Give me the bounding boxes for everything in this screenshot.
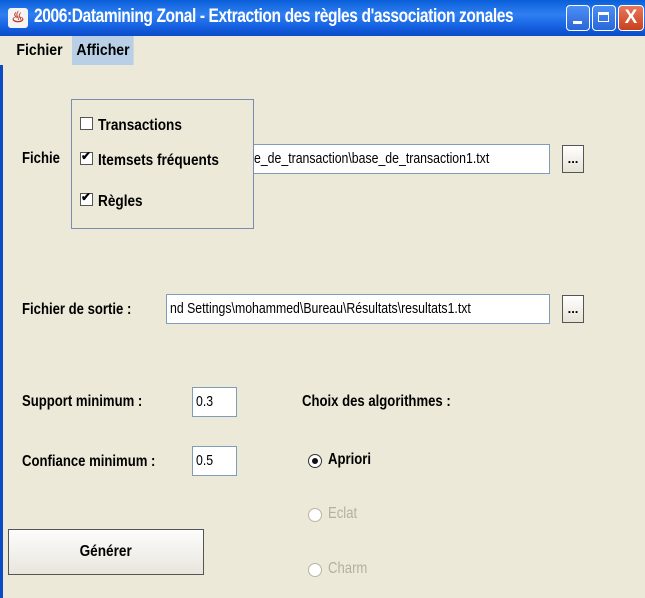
radio-charm-label: Charm: [328, 560, 368, 577]
menu-afficher[interactable]: Afficher: [72, 36, 134, 65]
title-bar[interactable]: ♨ 2006:Datamining Zonal - Extraction des…: [0, 0, 645, 36]
output-file-field[interactable]: nd Settings\mohammed\Bureau\Résultats\re…: [166, 294, 550, 324]
confidence-field[interactable]: 0.5: [192, 446, 237, 476]
output-file-label: Fichier de sortie :: [22, 301, 132, 318]
radio-apriori-label: Apriori: [328, 451, 372, 468]
radio-charm: [308, 563, 322, 577]
menu-item-regles[interactable]: Règles: [80, 189, 150, 215]
checkbox-icon: [80, 117, 93, 131]
window-left-border: [0, 65, 3, 598]
support-field[interactable]: 0.3: [192, 387, 237, 417]
generate-button[interactable]: Générer: [8, 529, 204, 575]
close-icon: X: [624, 7, 638, 28]
radio-eclat-label: Eclat: [328, 505, 358, 522]
support-label: Support minimum :: [22, 393, 143, 410]
close-button[interactable]: X: [618, 5, 644, 31]
afficher-dropdown-menu: Transactions Itemsets fréquents Règles: [71, 99, 254, 229]
menu-bar: Fichier Afficher: [0, 36, 645, 65]
browse-output-button[interactable]: ...: [562, 295, 584, 323]
radio-apriori[interactable]: [308, 454, 322, 468]
main-window: ♨ 2006:Datamining Zonal - Extraction des…: [0, 0, 645, 598]
browse-input-button[interactable]: ...: [562, 145, 584, 173]
radio-eclat: [308, 508, 322, 522]
algorithms-label: Choix des algorithmes :: [302, 393, 451, 410]
menu-item-transactions[interactable]: Transactions: [80, 113, 197, 139]
minimize-button[interactable]: [566, 5, 590, 31]
confidence-label: Confiance minimum :: [22, 453, 156, 470]
maximize-button[interactable]: [592, 5, 616, 31]
checkbox-checked-icon: [80, 190, 93, 207]
app-java-icon: ♨: [8, 8, 28, 28]
menu-fichier[interactable]: Fichier: [12, 36, 67, 65]
input-file-label: Fichie: [22, 150, 60, 167]
menu-item-itemsets[interactable]: Itemsets fréquents: [80, 148, 240, 174]
input-file-field[interactable]: e_de_transaction\base_de_transaction1.tx…: [250, 144, 550, 174]
checkbox-checked-icon: [80, 149, 93, 166]
window-title: 2006:Datamining Zonal - Extraction des r…: [34, 6, 514, 27]
